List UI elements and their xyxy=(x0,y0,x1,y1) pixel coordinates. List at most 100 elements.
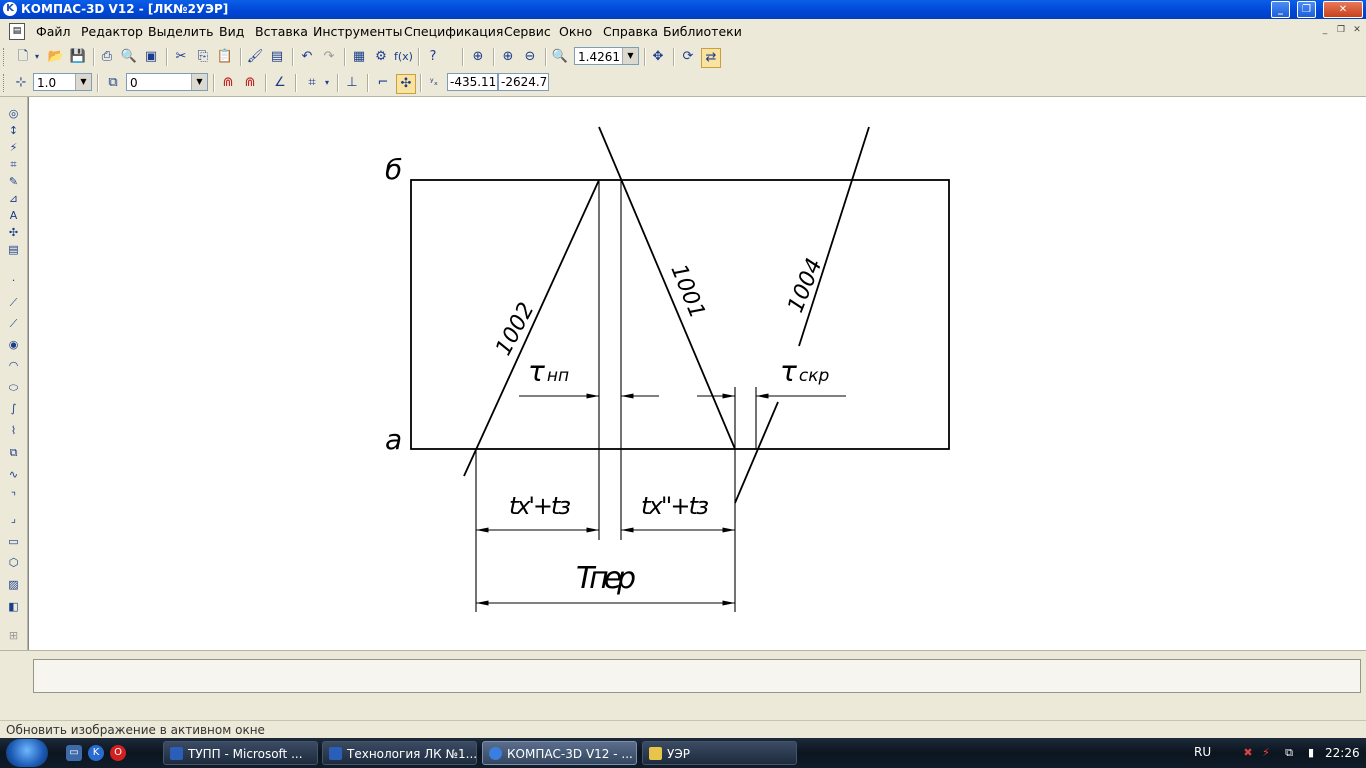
format-brush-icon[interactable]: 🖌 xyxy=(246,48,264,66)
undo-icon[interactable]: ↶ xyxy=(298,48,316,66)
help-pointer-icon[interactable]: ? xyxy=(424,48,442,66)
round-icon[interactable]: ✣ xyxy=(396,74,416,94)
chamfer-icon[interactable]: ⌝ xyxy=(5,488,22,505)
offset-icon[interactable]: ⧉ xyxy=(5,444,22,461)
magnet-local-icon[interactable]: ⋒ xyxy=(241,74,259,92)
start-button[interactable] xyxy=(6,739,48,767)
clock[interactable]: 22:26 xyxy=(1325,746,1360,760)
taskbar-item-technology[interactable]: Технология ЛК №1... xyxy=(322,741,477,765)
toolbar-grip[interactable] xyxy=(3,74,7,92)
segment-icon[interactable]: ⟋ xyxy=(5,315,22,332)
associative-panel-icon[interactable]: ✣ xyxy=(5,224,22,241)
doc-minimize-icon[interactable]: _ xyxy=(1320,26,1330,35)
chevron-down-icon[interactable]: ▼ xyxy=(191,74,207,90)
menu-window[interactable]: Окно xyxy=(559,24,592,39)
manager-icon[interactable]: ▦ xyxy=(350,48,368,66)
print-preview-icon[interactable]: 🔍 xyxy=(120,48,138,66)
zoom-scale-icon[interactable]: 🔍 xyxy=(551,48,569,66)
menu-libraries[interactable]: Библиотеки xyxy=(663,24,742,39)
minimize-button[interactable]: _ xyxy=(1271,1,1290,18)
taskbar-item-kompas[interactable]: КОМПАС-3D V12 - ... xyxy=(482,741,637,765)
network-icon[interactable]: ⧉ xyxy=(1281,745,1297,761)
fillet-icon[interactable]: ⌟ xyxy=(5,510,22,527)
menu-service[interactable]: Сервис xyxy=(504,24,551,39)
coord-y-field[interactable]: -2624.7 xyxy=(498,73,549,91)
flash-icon[interactable]: ⚡ xyxy=(1258,745,1274,761)
zoom-in-icon[interactable]: ⊕ xyxy=(499,48,517,66)
save-icon[interactable]: 💾 xyxy=(69,48,87,66)
point-icon[interactable]: · xyxy=(5,272,22,289)
dimensions-panel-icon[interactable]: ↕ xyxy=(5,122,22,139)
zoom-window-icon[interactable]: ⊕ xyxy=(469,48,487,66)
maximize-button[interactable]: ❐ xyxy=(1297,1,1316,18)
taskbar-item-uer[interactable]: УЭР xyxy=(642,741,797,765)
kompas-app-icon[interactable]: K xyxy=(3,2,17,16)
show-desktop-icon[interactable]: ▭ xyxy=(66,745,82,761)
pan-icon[interactable]: ✥ xyxy=(649,48,667,66)
chevron-down-icon[interactable]: ▼ xyxy=(622,48,638,64)
ellipse-icon[interactable]: ⬭ xyxy=(5,379,22,396)
properties-icon[interactable]: ▤ xyxy=(268,48,286,66)
refresh-view-icon[interactable]: ⟳ xyxy=(679,48,697,66)
select-panel-icon[interactable]: A xyxy=(5,207,22,224)
coord-x-field[interactable]: -435.11 xyxy=(447,73,498,91)
zoom-out-icon[interactable]: ⊖ xyxy=(521,48,539,66)
grid-dropdown-icon[interactable]: ▾ xyxy=(322,74,332,92)
designations-panel-icon[interactable]: ⚡ xyxy=(5,139,22,156)
new-dropdown-icon[interactable]: ▾ xyxy=(32,48,42,66)
toolbar-grip[interactable] xyxy=(3,48,7,66)
antivirus-icon[interactable]: ✖ xyxy=(1240,745,1256,761)
spline-icon[interactable]: ∫ xyxy=(5,400,22,417)
library-icon[interactable]: ⚙ xyxy=(372,48,390,66)
menu-help[interactable]: Справка xyxy=(603,24,658,39)
copy-icon[interactable]: ⎘ xyxy=(194,48,212,66)
arc-icon[interactable]: ◠ xyxy=(5,357,22,374)
layer-combo[interactable]: 0 ▼ xyxy=(126,73,208,91)
aux-line-icon[interactable]: ⟋ xyxy=(5,294,22,311)
drawing-canvas[interactable]: б а 1002 1001 1004 τ нп τ скр tx'+tз tx''+… xyxy=(28,97,1366,650)
bezier-icon[interactable]: ∿ xyxy=(5,466,22,483)
menu-file[interactable]: Файл xyxy=(36,24,71,39)
menu-specification[interactable]: Спецификация xyxy=(404,24,503,39)
spec-panel-icon[interactable]: ▤ xyxy=(5,241,22,258)
battery-icon[interactable]: ▮ xyxy=(1303,745,1319,761)
menu-select[interactable]: Выделить xyxy=(148,24,214,39)
cut-icon[interactable]: ✂ xyxy=(172,48,190,66)
preview-icon[interactable]: ▣ xyxy=(142,48,160,66)
new-document-icon[interactable]: 🗋 xyxy=(14,48,32,66)
polygon-icon[interactable]: ⬡ xyxy=(5,554,22,571)
doc-restore-icon[interactable]: ❐ xyxy=(1336,26,1346,35)
property-panel-area[interactable] xyxy=(33,659,1361,693)
style-combo[interactable]: 1.0 ▼ xyxy=(33,73,92,91)
language-indicator[interactable]: RU xyxy=(1194,745,1211,759)
menu-insert[interactable]: Вставка xyxy=(255,24,308,39)
ortho-mode-icon[interactable]: ⌐ xyxy=(374,74,392,92)
variables-icon[interactable]: f(x) xyxy=(394,48,413,66)
hatch-icon[interactable]: ▨ xyxy=(5,576,22,593)
geometry-panel-icon[interactable]: ◎ xyxy=(5,105,22,122)
local-cs-icon[interactable]: ⊥ xyxy=(343,74,361,92)
redraw-icon[interactable]: ⇄ xyxy=(701,48,721,68)
redo-icon[interactable]: ↷ xyxy=(320,48,338,66)
magnet-snap-icon[interactable]: ⋒ xyxy=(219,74,237,92)
fill-icon[interactable]: ◧ xyxy=(5,598,22,615)
polyline-icon[interactable]: ⌇ xyxy=(5,422,22,439)
menu-view[interactable]: Вид xyxy=(219,24,244,39)
doc-close-icon[interactable]: ✕ xyxy=(1352,26,1362,35)
zoom-combo[interactable]: 1.4261 ▼ xyxy=(574,47,639,65)
layers-icon[interactable]: ⧉ xyxy=(104,74,122,92)
kompas-quicklaunch-icon[interactable]: K xyxy=(88,745,104,761)
document-icon[interactable]: ▤ xyxy=(9,23,25,40)
menu-tools[interactable]: Инструменты xyxy=(313,24,402,39)
paste-icon[interactable]: 📋 xyxy=(216,48,234,66)
rectangle-icon[interactable]: ▭ xyxy=(5,533,22,550)
circle-icon[interactable]: ◉ xyxy=(5,336,22,353)
open-icon[interactable]: 📂 xyxy=(47,48,65,66)
menu-editor[interactable]: Редактор xyxy=(81,24,143,39)
measure-panel-icon[interactable]: ⊿ xyxy=(5,190,22,207)
chevron-down-icon[interactable]: ▼ xyxy=(75,74,91,90)
opera-icon[interactable]: O xyxy=(110,745,126,761)
grid-icon[interactable]: ⌗ xyxy=(303,74,321,92)
edit-panel-icon[interactable]: ⌗ xyxy=(5,156,22,173)
snap-icon[interactable]: ⊹ xyxy=(12,74,30,92)
